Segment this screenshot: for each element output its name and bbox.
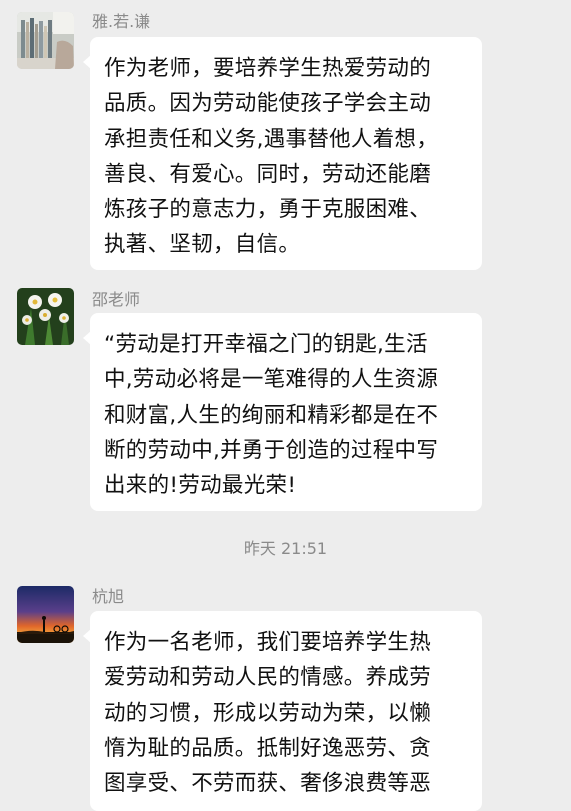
message-text-line: “劳动是打开幸福之门的钥匙,生活 [104,332,428,357]
message-text-line: 断的劳动中,并勇于创造的过程中写 [104,437,439,463]
message-text-line: 图享受、不劳而获、奢侈浪费等恶 [104,771,432,797]
sender-name: 杭旭 [92,587,125,606]
message-bubble[interactable]: “劳动是打开幸福之门的钥匙,生活 中,劳动必将是一笔难得的人生资源 和财富,人生… [83,313,482,511]
message-text-line: 善良、有爱心。同时，劳动还能磨 [104,161,432,187]
message-text-line: 惰为耻的品质。抵制好逸恶劳、贪 [104,735,432,761]
message-text-line: 作为一名老师，我们要培养学生热 [104,630,432,655]
message-bubble[interactable]: 作为一名老师，我们要培养学生热 爱劳动和劳动人民的情感。养成劳 动的习惯，形成以… [83,611,482,811]
timestamp: 昨天 21:51 [243,539,328,558]
sender-name: 雅.若.谦 [92,12,151,31]
message-text-line: 中,劳动必将是一笔难得的人生资源 [104,367,439,393]
sender-name: 邵老师 [92,290,141,309]
message-text-line: 执著、坚韧，自信。 [104,232,301,258]
message-text-line: 承担责任和义务,遇事替他人着想， [104,126,439,152]
message-text-line: 和财富,人生的绚丽和精彩都是在不 [104,402,439,428]
message-bubble[interactable]: 作为老师，要培养学生热爱劳动的 品质。因为劳动能使孩子学会主动 承担责任和义务,… [83,37,482,270]
avatar[interactable] [17,288,74,345]
narcissus-flower-avatar-icon [17,288,74,345]
message-text-line: 出来的!劳动最光荣! [104,473,297,499]
message-text-line: 动的习惯，形成以劳动为荣，以懒 [104,700,432,726]
message-text-line: 品质。因为劳动能使孩子学会主动 [104,91,432,117]
bookshelf-avatar-icon [17,12,74,69]
message-text-line: 爱劳动和劳动人民的情感。养成劳 [104,665,432,691]
message-text-line: 作为老师，要培养学生热爱劳动的 [104,56,432,81]
avatar[interactable] [17,12,74,69]
sunset-silhouette-avatar-icon [17,586,74,643]
avatar[interactable] [17,586,74,643]
message-text-line: 炼孩子的意志力，勇于克服困难、 [104,197,432,223]
